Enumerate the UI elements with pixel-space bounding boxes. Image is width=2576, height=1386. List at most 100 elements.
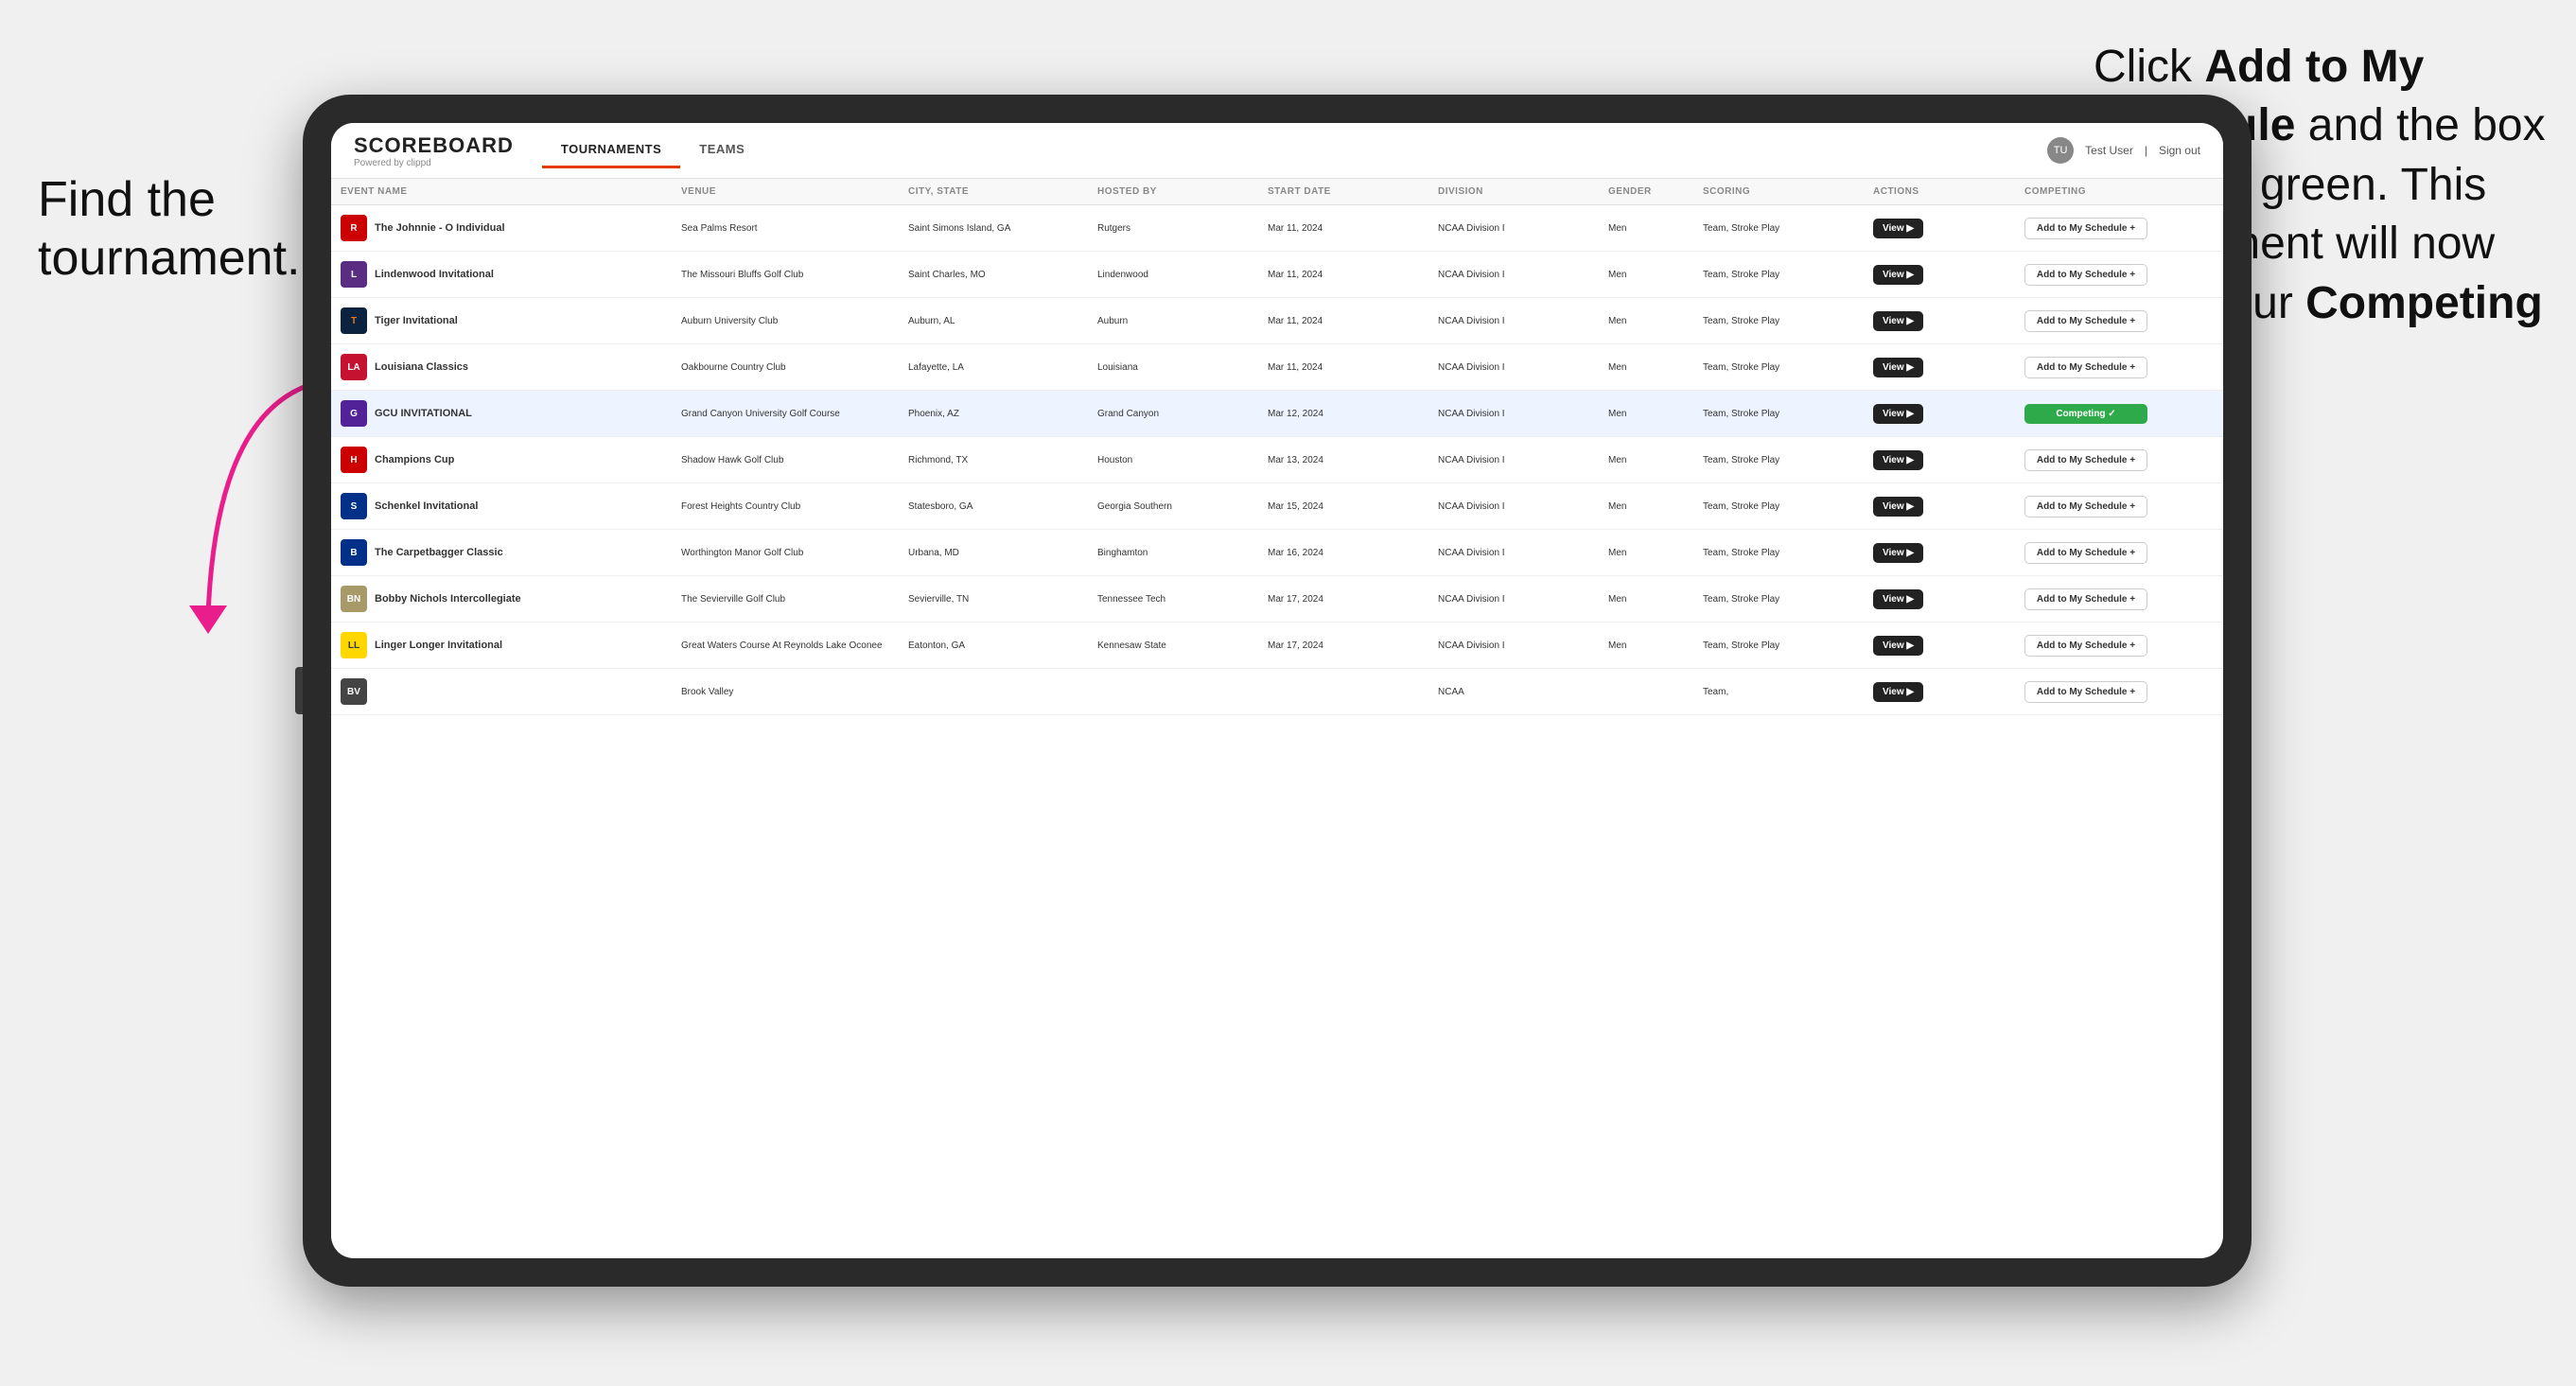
- view-button[interactable]: View ▶: [1873, 589, 1923, 609]
- view-button[interactable]: View ▶: [1873, 497, 1923, 517]
- cell-hosted-by: Binghamton: [1088, 530, 1258, 576]
- divider: |: [2145, 144, 2147, 157]
- view-button[interactable]: View ▶: [1873, 219, 1923, 238]
- add-to-schedule-button[interactable]: Add to My Schedule +: [2024, 542, 2147, 564]
- add-to-schedule-button[interactable]: Add to My Schedule +: [2024, 681, 2147, 703]
- user-name: Test User: [2085, 144, 2133, 157]
- table-row: LA Louisiana Classics Oakbourne Country …: [331, 344, 2223, 391]
- add-to-schedule-button[interactable]: Add to My Schedule +: [2024, 635, 2147, 657]
- competing-cell: Add to My Schedule +: [2015, 483, 2223, 530]
- add-to-schedule-button[interactable]: Add to My Schedule +: [2024, 496, 2147, 518]
- view-button[interactable]: View ▶: [1873, 636, 1923, 656]
- table-row: H Champions Cup Shadow Hawk Golf ClubRic…: [331, 437, 2223, 483]
- competing-button[interactable]: Competing ✓: [2024, 404, 2147, 424]
- cell-gender: Men: [1599, 576, 1693, 623]
- cell-hosted-by: Kennesaw State: [1088, 623, 1258, 669]
- cell-division: NCAA Division I: [1428, 576, 1599, 623]
- add-to-schedule-button[interactable]: Add to My Schedule +: [2024, 218, 2147, 239]
- cell-city-state: Saint Charles, MO: [899, 252, 1088, 298]
- add-to-schedule-button[interactable]: Add to My Schedule +: [2024, 310, 2147, 332]
- view-button[interactable]: View ▶: [1873, 682, 1923, 702]
- cell-scoring: Team, Stroke Play: [1693, 344, 1864, 391]
- logo-text: SCOREBOARD: [354, 133, 514, 158]
- cell-division: NCAA Division I: [1428, 344, 1599, 391]
- view-button[interactable]: View ▶: [1873, 404, 1923, 424]
- tablet-side-button: [295, 667, 303, 714]
- cell-city-state: Phoenix, AZ: [899, 391, 1088, 437]
- actions-cell: View ▶: [1864, 669, 2015, 715]
- col-hosted-by: HOSTED BY: [1088, 179, 1258, 205]
- cell-division: NCAA: [1428, 669, 1599, 715]
- add-to-schedule-button[interactable]: Add to My Schedule +: [2024, 588, 2147, 610]
- table-row: B The Carpetbagger Classic Worthington M…: [331, 530, 2223, 576]
- cell-scoring: Team, Stroke Play: [1693, 205, 1864, 252]
- nav-tab-tournaments[interactable]: TOURNAMENTS: [542, 132, 680, 168]
- cell-scoring: Team, Stroke Play: [1693, 530, 1864, 576]
- cell-hosted-by: Rutgers: [1088, 205, 1258, 252]
- event-name-cell: S Schenkel Invitational: [331, 483, 672, 530]
- cell-start-date: Mar 17, 2024: [1258, 576, 1428, 623]
- competing-cell: Add to My Schedule +: [2015, 576, 2223, 623]
- cell-city-state: Eatonton, GA: [899, 623, 1088, 669]
- cell-gender: Men: [1599, 437, 1693, 483]
- cell-division: NCAA Division I: [1428, 483, 1599, 530]
- cell-start-date: Mar 12, 2024: [1258, 391, 1428, 437]
- event-name-cell: L Lindenwood Invitational: [331, 252, 672, 298]
- cell-start-date: [1258, 669, 1428, 715]
- add-to-schedule-button[interactable]: Add to My Schedule +: [2024, 449, 2147, 471]
- logo-sub: Powered by clippd: [354, 158, 514, 168]
- actions-cell: View ▶: [1864, 205, 2015, 252]
- cell-gender: Men: [1599, 391, 1693, 437]
- cell-venue: Worthington Manor Golf Club: [672, 530, 899, 576]
- event-name-text: Lindenwood Invitational: [375, 269, 494, 280]
- header-right: TU Test User | Sign out: [2047, 137, 2200, 164]
- actions-cell: View ▶: [1864, 623, 2015, 669]
- cell-gender: Men: [1599, 623, 1693, 669]
- tournaments-table: EVENT NAME VENUE CITY, STATE HOSTED BY S…: [331, 179, 2223, 715]
- view-button[interactable]: View ▶: [1873, 450, 1923, 470]
- cell-scoring: Team, Stroke Play: [1693, 483, 1864, 530]
- competing-cell: Add to My Schedule +: [2015, 437, 2223, 483]
- cell-hosted-by: Lindenwood: [1088, 252, 1258, 298]
- cell-venue: Shadow Hawk Golf Club: [672, 437, 899, 483]
- add-to-schedule-button[interactable]: Add to My Schedule +: [2024, 264, 2147, 286]
- actions-cell: View ▶: [1864, 252, 2015, 298]
- competing-cell: Add to My Schedule +: [2015, 252, 2223, 298]
- cell-scoring: Team, Stroke Play: [1693, 298, 1864, 344]
- cell-venue: Auburn University Club: [672, 298, 899, 344]
- cell-start-date: Mar 13, 2024: [1258, 437, 1428, 483]
- competing-cell: Add to My Schedule +: [2015, 298, 2223, 344]
- cell-venue: Oakbourne Country Club: [672, 344, 899, 391]
- table-row: LL Linger Longer Invitational Great Wate…: [331, 623, 2223, 669]
- table-row: G GCU INVITATIONAL Grand Canyon Universi…: [331, 391, 2223, 437]
- view-button[interactable]: View ▶: [1873, 358, 1923, 377]
- cell-city-state: Saint Simons Island, GA: [899, 205, 1088, 252]
- cell-venue: Great Waters Course At Reynolds Lake Oco…: [672, 623, 899, 669]
- cell-city-state: Statesboro, GA: [899, 483, 1088, 530]
- cell-start-date: Mar 15, 2024: [1258, 483, 1428, 530]
- competing-cell: Add to My Schedule +: [2015, 344, 2223, 391]
- competing-cell: Add to My Schedule +: [2015, 530, 2223, 576]
- event-name-cell: LA Louisiana Classics: [331, 344, 672, 391]
- add-to-schedule-button[interactable]: Add to My Schedule +: [2024, 357, 2147, 378]
- view-button[interactable]: View ▶: [1873, 265, 1923, 285]
- cell-division: NCAA Division I: [1428, 205, 1599, 252]
- nav-tab-teams[interactable]: TEAMS: [680, 132, 763, 168]
- cell-start-date: Mar 17, 2024: [1258, 623, 1428, 669]
- sign-out-link[interactable]: Sign out: [2159, 144, 2200, 157]
- event-name-text: Bobby Nichols Intercollegiate: [375, 593, 521, 605]
- competing-cell: Add to My Schedule +: [2015, 669, 2223, 715]
- cell-gender: [1599, 669, 1693, 715]
- actions-cell: View ▶: [1864, 344, 2015, 391]
- cell-venue: The Sevierville Golf Club: [672, 576, 899, 623]
- col-venue: VENUE: [672, 179, 899, 205]
- event-name-text: Schenkel Invitational: [375, 500, 478, 512]
- cell-city-state: Richmond, TX: [899, 437, 1088, 483]
- table-container: EVENT NAME VENUE CITY, STATE HOSTED BY S…: [331, 179, 2223, 1258]
- view-button[interactable]: View ▶: [1873, 543, 1923, 563]
- table-row: R The Johnnie - O Individual Sea Palms R…: [331, 205, 2223, 252]
- cell-hosted-by: Louisiana: [1088, 344, 1258, 391]
- annotation-left: Find the tournament.: [38, 170, 303, 289]
- view-button[interactable]: View ▶: [1873, 311, 1923, 331]
- event-name-text: The Carpetbagger Classic: [375, 547, 503, 558]
